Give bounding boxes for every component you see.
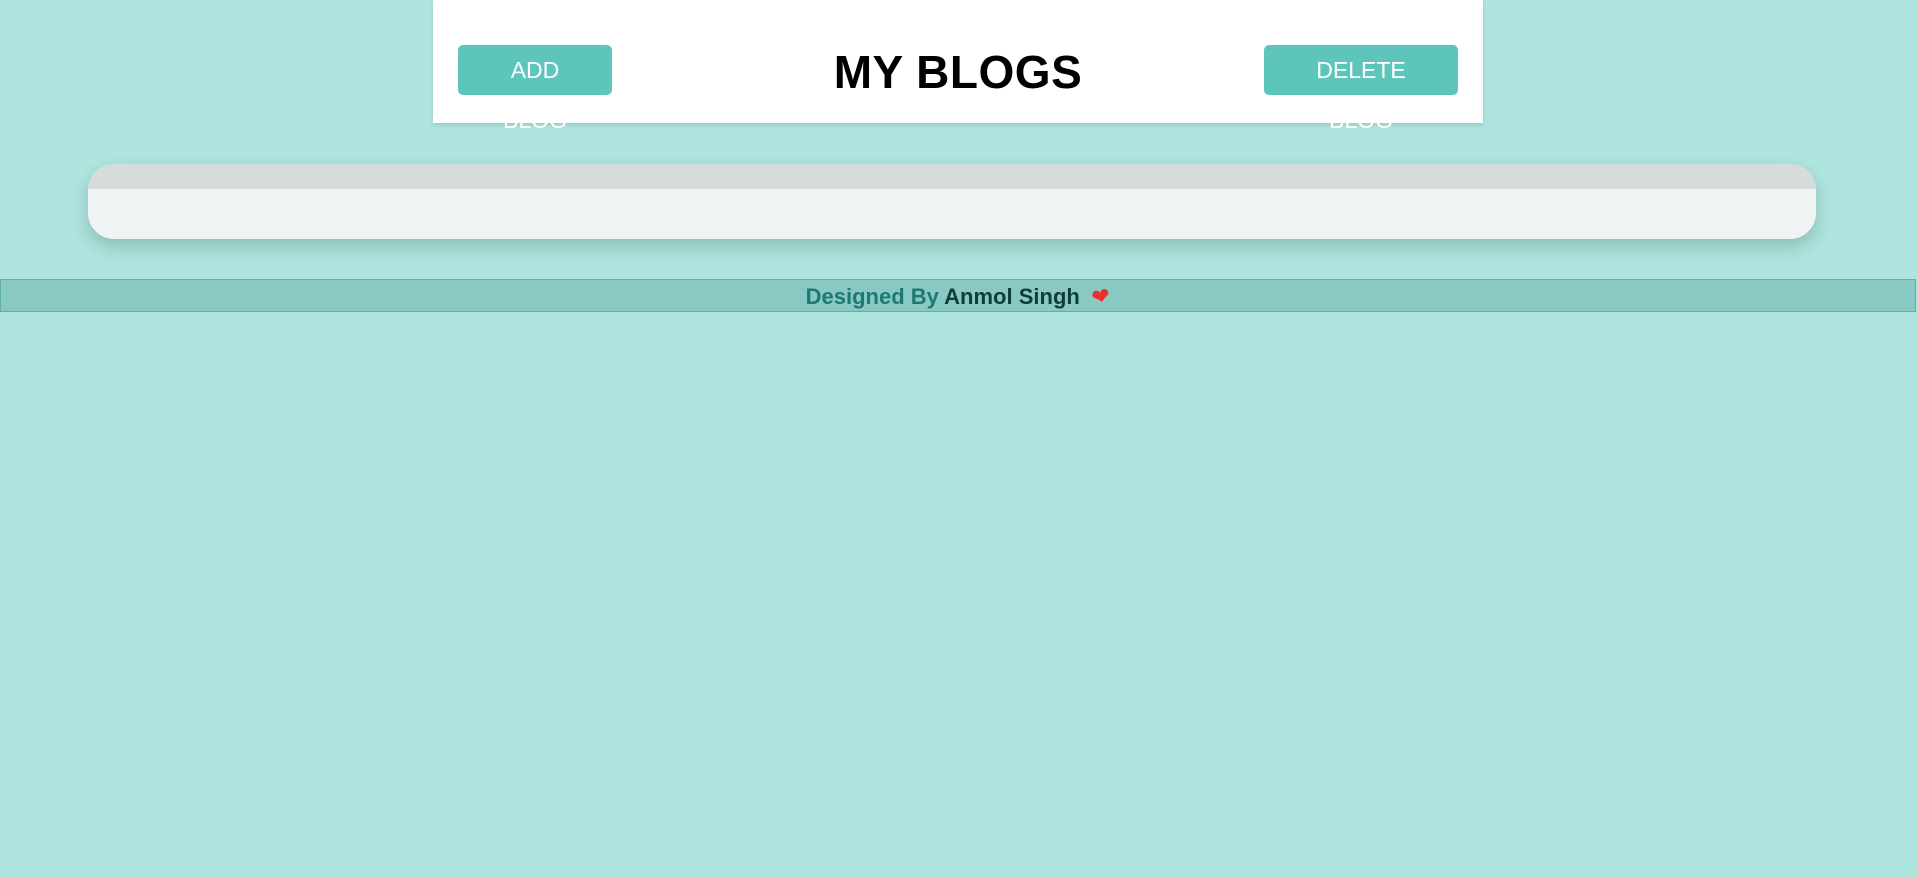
footer-designed-by: Designed By (805, 284, 939, 309)
blog-list-panel-header (88, 164, 1816, 189)
footer-bar: Designed By Anmol Singh ❤ (0, 279, 1916, 312)
blog-list-panel (88, 164, 1816, 239)
header-bar: ADD BLOG MY BLOGS DELETE BLOG (433, 0, 1483, 133)
delete-blog-button[interactable]: DELETE BLOG (1264, 45, 1458, 133)
heart-icon: ❤ (1089, 283, 1113, 312)
footer-author-name: Anmol Singh (944, 284, 1080, 309)
